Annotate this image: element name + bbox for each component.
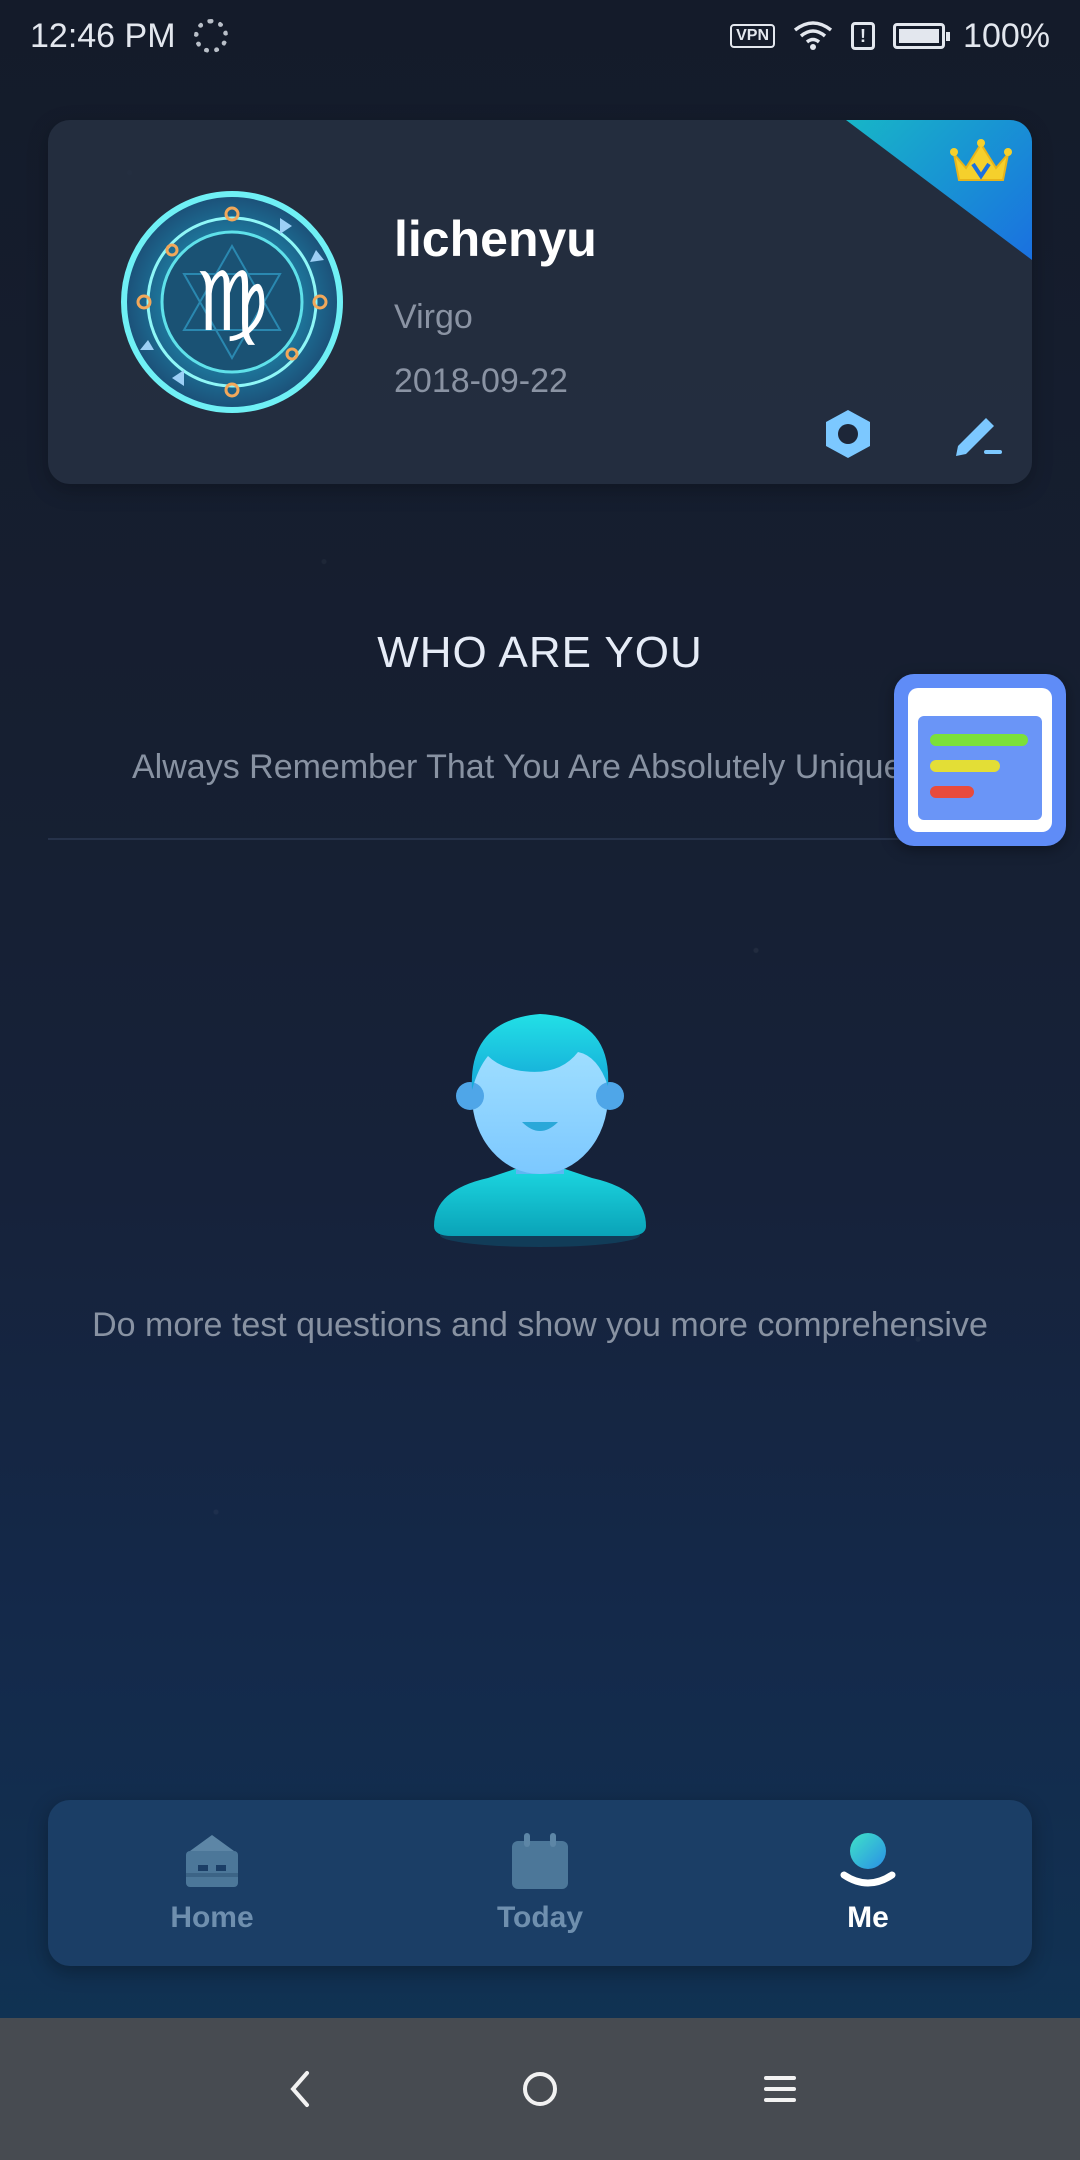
profile-card[interactable]: ♍ lichenyu Virgo 2018-09-22	[48, 120, 1032, 484]
status-bar: 12:46 PM VPN ! 100%	[0, 0, 1080, 72]
home-icon	[186, 1835, 238, 1887]
nav-item-home[interactable]: Home	[48, 1800, 376, 1966]
menu-system-button[interactable]	[750, 2059, 810, 2119]
system-nav-bar	[0, 2018, 1080, 2160]
alert-icon: !	[851, 22, 876, 50]
user-name: lichenyu	[394, 211, 597, 267]
widget-bar-yellow	[930, 760, 1000, 772]
bottom-nav: Home Today Me	[48, 1800, 1032, 1966]
status-left: 12:46 PM	[30, 17, 228, 56]
vpn-icon: VPN	[730, 24, 776, 48]
wifi-icon	[793, 21, 833, 50]
zodiac-sign: Virgo	[394, 298, 473, 336]
loading-icon	[193, 19, 228, 53]
home-circle-icon	[523, 2072, 557, 2106]
nav-item-me[interactable]: Me	[704, 1800, 1032, 1966]
report-card-icon[interactable]	[894, 674, 1066, 846]
virgo-zodiac-icon[interactable]: ♍	[120, 190, 344, 414]
nav-item-today[interactable]: Today	[376, 1800, 704, 1966]
widget-panel	[918, 716, 1042, 820]
back-icon	[290, 2071, 309, 2107]
battery-percent: 100%	[963, 16, 1050, 55]
divider	[48, 838, 1032, 840]
back-button[interactable]	[270, 2059, 330, 2119]
menu-icon	[764, 2076, 796, 2102]
calendar-icon	[512, 1833, 568, 1889]
section-title: WHO ARE YOU	[377, 628, 703, 677]
widget-bar-green	[930, 734, 1028, 746]
nav-label-home: Home	[170, 1901, 254, 1934]
hint-text: Do more test questions and show you more…	[92, 1306, 988, 1344]
svg-text:♍: ♍	[195, 255, 269, 350]
nav-label-me: Me	[847, 1901, 889, 1934]
edit-icon[interactable]	[950, 406, 1006, 462]
battery-icon	[893, 23, 951, 49]
status-time: 12:46 PM	[30, 16, 176, 55]
status-right: VPN ! 100%	[730, 17, 1050, 56]
person-illustration	[434, 1014, 646, 1247]
crown-icon	[950, 139, 1012, 181]
widget-bar-red	[930, 786, 974, 798]
settings-icon[interactable]	[820, 406, 876, 462]
birth-date: 2018-09-22	[394, 362, 568, 400]
nav-label-today: Today	[496, 1901, 584, 1934]
section-subtitle: Always Remember That You Are Absolutely …	[132, 748, 903, 786]
user-icon	[840, 1833, 896, 1887]
home-system-button[interactable]	[510, 2059, 570, 2119]
